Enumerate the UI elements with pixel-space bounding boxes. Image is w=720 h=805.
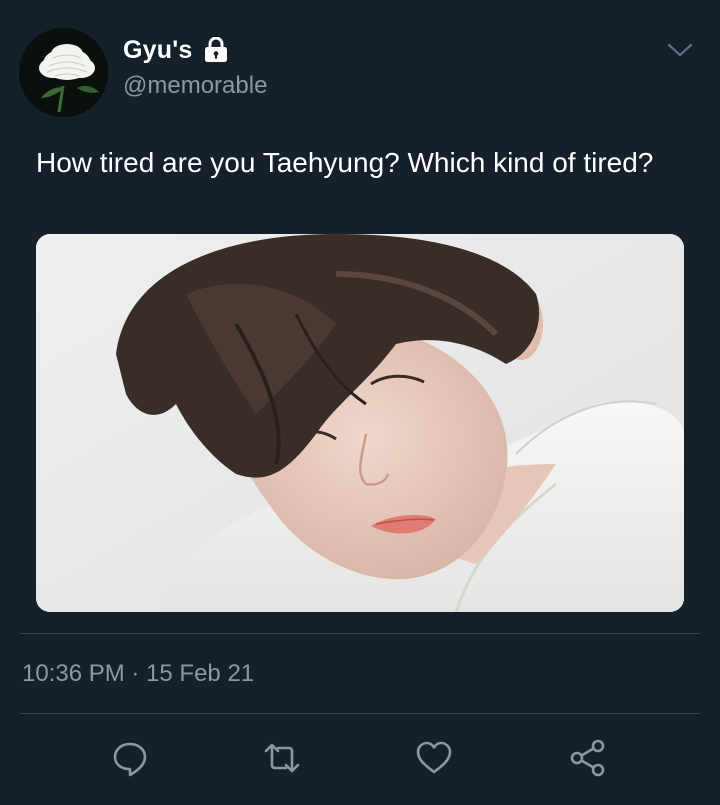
- avatar[interactable]: [19, 28, 108, 117]
- chrysanthemum-icon: [19, 28, 107, 116]
- tweet-text: How tired are you Taehyung? Which kind o…: [36, 147, 654, 178]
- tweet-timestamp[interactable]: 10:36 PM · 15 Feb 21: [22, 660, 254, 688]
- tweet-action-bar: [0, 730, 720, 786]
- tweet-container: Gyu's @memorable How tired are you Taehy…: [0, 0, 720, 805]
- reply-icon[interactable]: [110, 738, 150, 778]
- author-handle[interactable]: @memorable: [123, 72, 267, 100]
- heart-icon[interactable]: [414, 738, 454, 778]
- lock-icon: [204, 36, 228, 63]
- retweet-icon[interactable]: [262, 738, 302, 778]
- divider: [20, 633, 700, 634]
- author-name-row[interactable]: Gyu's: [123, 33, 228, 67]
- author-display-name[interactable]: Gyu's: [123, 36, 192, 65]
- chevron-down-icon[interactable]: [666, 38, 694, 62]
- divider: [20, 713, 700, 714]
- tweet-media-photo[interactable]: [36, 234, 684, 612]
- share-icon[interactable]: [568, 738, 608, 778]
